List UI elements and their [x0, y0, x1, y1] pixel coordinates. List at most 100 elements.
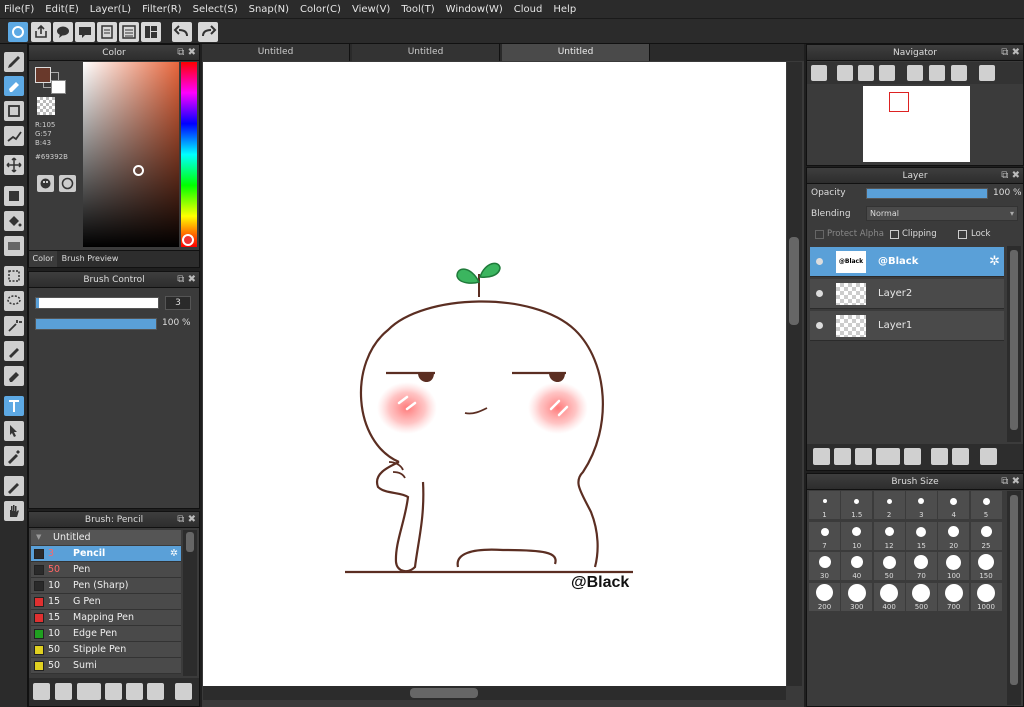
- eyedropper-tool-icon[interactable]: [4, 446, 24, 466]
- brush-size-slider[interactable]: [35, 297, 159, 309]
- panel-close-icon[interactable]: ⧉ ✖: [1001, 45, 1020, 61]
- gradient-tool-icon[interactable]: [4, 236, 24, 256]
- tab-untitled-1[interactable]: Untitled: [202, 44, 350, 61]
- brush-size-preset[interactable]: 15: [905, 521, 937, 550]
- list-icon[interactable]: [119, 22, 139, 42]
- brush-size-scrollbar[interactable]: [1007, 491, 1021, 705]
- brush-row[interactable]: 50 Stipple Pen: [31, 642, 181, 658]
- navigator-viewport-box[interactable]: [889, 92, 909, 112]
- settings-icon[interactable]: [8, 22, 28, 42]
- brush-row[interactable]: 15 G Pen: [31, 594, 181, 610]
- brush-size-preset[interactable]: 200: [809, 582, 840, 611]
- zoom-actual-icon[interactable]: [811, 65, 827, 81]
- brush-row[interactable]: 50 Sumi: [31, 658, 181, 674]
- canvas-vertical-scrollbar[interactable]: [787, 62, 802, 686]
- menu-item-viewv[interactable]: View(V): [352, 4, 390, 15]
- merge-layer-icon[interactable]: [952, 448, 969, 465]
- new-brush-icon[interactable]: [55, 683, 72, 700]
- hand-tool-icon[interactable]: [4, 501, 24, 521]
- menu-item-toolt[interactable]: Tool(T): [401, 4, 434, 15]
- brush-folder-icon[interactable]: [126, 683, 143, 700]
- brush-size-preset[interactable]: 1000: [970, 582, 1002, 611]
- saturation-value-picker[interactable]: [83, 62, 179, 247]
- drawing-canvas[interactable]: @Black: [203, 62, 786, 686]
- reset-view-icon[interactable]: [929, 65, 945, 81]
- clipping-checkbox[interactable]: [890, 230, 899, 239]
- brush-size-preset[interactable]: 30: [809, 552, 840, 580]
- menu-item-snapn[interactable]: Snap(N): [249, 4, 289, 15]
- brush-group-row[interactable]: ▼ Untitled: [31, 530, 181, 545]
- brush-size-preset[interactable]: 10: [841, 521, 873, 550]
- new-1bit-layer-icon[interactable]: [855, 448, 872, 465]
- navigator-preview[interactable]: [863, 86, 970, 162]
- brush-size-preset[interactable]: 4: [938, 491, 970, 519]
- brush-opacity-slider[interactable]: [35, 318, 157, 330]
- brush-size-preset[interactable]: 70: [905, 552, 937, 580]
- flip-horizontal-icon[interactable]: [979, 65, 995, 81]
- layer-row[interactable]: Layer2: [810, 279, 1004, 309]
- transparent-color-swatch[interactable]: [37, 97, 55, 115]
- brush-size-preset[interactable]: 40: [841, 552, 873, 580]
- export-icon[interactable]: [31, 22, 51, 42]
- new-8bit-layer-icon[interactable]: [834, 448, 851, 465]
- zoom-in-icon[interactable]: [837, 65, 853, 81]
- operation-tool-icon[interactable]: [4, 421, 24, 441]
- magic-wand-tool-icon[interactable]: [4, 316, 24, 336]
- brush-size-preset[interactable]: 20: [938, 521, 970, 550]
- menu-item-filef[interactable]: File(F): [4, 4, 34, 15]
- brush-tool-icon[interactable]: [4, 52, 24, 72]
- layer-opacity-slider[interactable]: [866, 188, 988, 199]
- document-icon[interactable]: [97, 22, 117, 42]
- tab-untitled-3[interactable]: Untitled: [502, 44, 650, 61]
- menu-item-windoww[interactable]: Window(W): [446, 4, 503, 15]
- canvas-horizontal-scrollbar[interactable]: [203, 686, 786, 700]
- vertical-scroll-thumb[interactable]: [789, 237, 799, 325]
- rectangle-tool-icon[interactable]: [4, 101, 24, 121]
- horizontal-scroll-thumb[interactable]: [410, 688, 478, 698]
- redo-icon[interactable]: [198, 22, 218, 42]
- add-layer-dropdown-icon[interactable]: [876, 448, 900, 465]
- brush-size-preset[interactable]: 300: [841, 582, 873, 611]
- rotate-right-icon[interactable]: [951, 65, 967, 81]
- brush-row[interactable]: 15 Mapping Pen: [31, 610, 181, 626]
- select-pen-tool-icon[interactable]: [4, 341, 24, 361]
- eye-icon[interactable]: [816, 290, 823, 297]
- panel-close-icon[interactable]: ⧉ ✖: [177, 45, 196, 61]
- eye-icon[interactable]: [816, 322, 823, 329]
- menu-item-edite[interactable]: Edit(E): [45, 4, 79, 15]
- fill-rect-tool-icon[interactable]: [4, 186, 24, 206]
- menu-item-filterr[interactable]: Filter(R): [142, 4, 182, 15]
- sv-picker-cursor[interactable]: [133, 165, 144, 176]
- tab-untitled-2[interactable]: Untitled: [352, 44, 500, 61]
- menu-item-help[interactable]: Help: [553, 4, 576, 15]
- tab-color[interactable]: Color: [29, 251, 57, 267]
- text-tool-icon[interactable]: [4, 396, 24, 416]
- brush-properties-icon[interactable]: [105, 683, 122, 700]
- eraser-tool-icon[interactable]: [4, 76, 24, 96]
- delete-brush-icon[interactable]: [175, 683, 192, 700]
- layer-list-scrollbar[interactable]: [1007, 246, 1021, 442]
- brush-size-preset[interactable]: 7: [809, 521, 840, 550]
- brush-size-preset[interactable]: 400: [873, 582, 905, 611]
- brush-size-preset[interactable]: 150: [970, 552, 1002, 580]
- brush-row[interactable]: 3 Pencil ✲: [31, 546, 181, 562]
- brush-row[interactable]: 10 Pen (Sharp): [31, 578, 181, 594]
- menu-item-layerl[interactable]: Layer(L): [90, 4, 131, 15]
- brush-row[interactable]: 50 Pen: [31, 562, 181, 578]
- hue-slider-handle[interactable]: [182, 234, 194, 246]
- menu-item-colorc[interactable]: Color(C): [300, 4, 341, 15]
- delete-layer-icon[interactable]: [980, 448, 997, 465]
- background-color-swatch[interactable]: [51, 80, 66, 94]
- gear-icon[interactable]: ✲: [170, 546, 178, 562]
- line-tool-icon[interactable]: [4, 126, 24, 146]
- brush-size-preset[interactable]: 700: [938, 582, 970, 611]
- add-brush-dropdown-icon[interactable]: [77, 683, 101, 700]
- gear-icon[interactable]: ✲: [989, 254, 1000, 269]
- new-folder-icon[interactable]: [904, 448, 921, 465]
- brush-cloud-icon[interactable]: [33, 683, 50, 700]
- panel-close-icon[interactable]: ⧉ ✖: [177, 272, 196, 288]
- brush-size-preset[interactable]: 1.5: [841, 491, 873, 519]
- color-history-icon[interactable]: [59, 175, 76, 192]
- brush-size-preset[interactable]: 1: [809, 491, 840, 519]
- layer-row[interactable]: @Black @Black ✲: [810, 247, 1004, 277]
